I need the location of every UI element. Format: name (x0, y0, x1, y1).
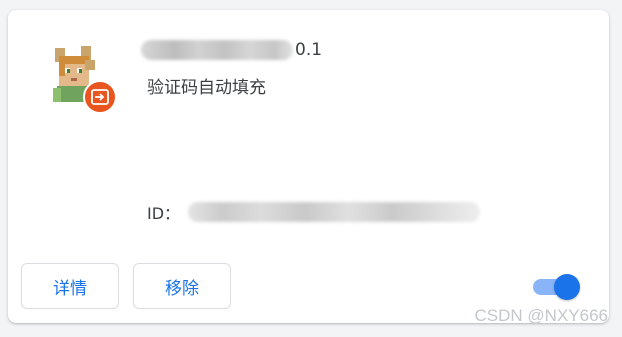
redacted-extension-name (141, 40, 293, 60)
extension-card: 0.1 验证码自动填充 ID： 详情 移除 (8, 10, 609, 323)
extension-icon-group (45, 44, 117, 116)
extension-name-row: 0.1 (141, 38, 322, 62)
input-icon (91, 89, 109, 105)
input-badge (83, 80, 117, 114)
extension-id-row: ID： (147, 200, 481, 224)
enable-toggle[interactable] (533, 274, 581, 300)
extension-id-label: ID： (147, 204, 181, 223)
remove-button[interactable]: 移除 (133, 263, 231, 309)
redacted-extension-id (188, 202, 481, 222)
watermark: CSDN @NXY666 (474, 306, 608, 325)
extension-description: 验证码自动填充 (147, 78, 266, 98)
details-button[interactable]: 详情 (21, 263, 119, 309)
toggle-knob (554, 274, 580, 300)
extension-version: 0.1 (295, 40, 323, 60)
